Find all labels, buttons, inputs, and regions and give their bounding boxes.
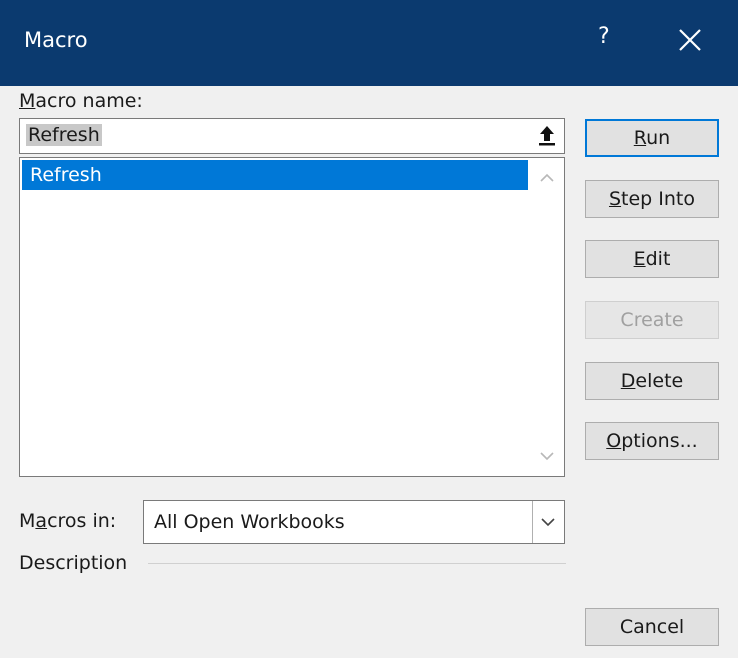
chevron-up-icon[interactable] [538,172,556,184]
description-label: Description [19,552,128,574]
run-button[interactable]: Run [585,119,719,157]
macro-list[interactable]: Refresh [19,157,565,477]
macros-in-label-key: a [35,510,48,532]
step-into-button-key: S [608,188,622,210]
macros-in-label: Macros in: [19,510,116,532]
options-button[interactable]: Options... [585,422,719,460]
delete-button-rest: elete [635,370,684,392]
macro-name-input[interactable]: Refresh [19,118,565,154]
macros-in-label-pre: M [19,510,36,532]
close-button[interactable] [670,20,710,60]
help-button[interactable]: ? [598,24,610,49]
chevron-down-icon[interactable] [538,450,556,462]
cancel-button[interactable]: Cancel [585,608,719,646]
title-bar[interactable]: Macro ? [0,0,738,86]
delete-button[interactable]: Delete [585,362,719,400]
edit-button-rest: dit [645,248,671,270]
edit-button[interactable]: Edit [585,240,719,278]
vertical-scrollbar[interactable] [530,158,564,476]
delete-button-key: D [620,370,636,392]
options-button-rest: ptions... [621,430,698,452]
macro-name-value[interactable]: Refresh [26,124,102,146]
macro-name-label: Macro name: [19,90,143,112]
description-divider [148,563,566,564]
list-item[interactable]: Refresh [22,160,528,190]
window-title: Macro [24,28,88,52]
step-into-button-rest: tep Into [621,188,696,210]
step-into-button[interactable]: Step Into [585,180,719,218]
create-button[interactable]: Create [585,301,719,339]
dropdown-button[interactable] [532,501,564,543]
macros-in-label-rest: cros in: [47,510,117,532]
run-button-rest: un [646,127,671,149]
macro-dialog: Macro ? Macro name: Refresh Refresh Macr… [0,0,738,658]
run-button-key: R [633,127,647,149]
upload-arrow-icon [539,126,555,146]
edit-button-key: E [633,248,646,270]
macros-in-select[interactable]: All Open Workbooks [143,500,565,544]
collapse-dialog-button[interactable] [532,121,562,151]
macro-name-label-rest: acro name: [35,90,143,112]
chevron-down-icon [541,518,555,527]
options-button-key: O [606,430,622,452]
macros-in-value: All Open Workbooks [154,511,345,533]
macro-name-label-key: M [19,90,36,112]
close-icon [679,29,701,51]
